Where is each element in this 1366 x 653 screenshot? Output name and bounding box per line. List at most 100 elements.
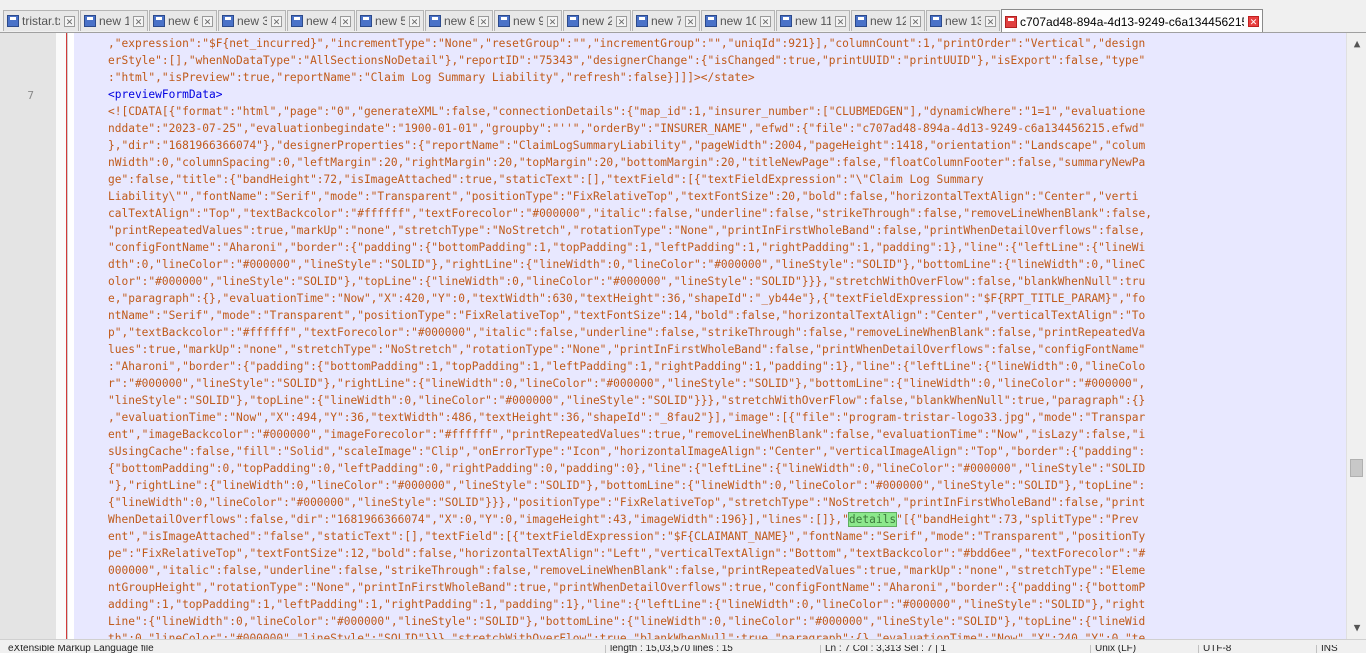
- code-line: dth":0,"lineColor":"#000000","lineStyle"…: [108, 258, 1146, 271]
- tab-label: tristar.txt: [22, 14, 60, 28]
- tab-5[interactable]: new 4 ✕: [287, 10, 355, 31]
- document-icon: [855, 15, 867, 27]
- code-line: <![CDATA[{"format":"html","page":"0","ge…: [108, 105, 1146, 118]
- close-icon[interactable]: ✕: [835, 15, 846, 27]
- status-position: Ln : 7 Col : 3,313 Sel : 7 | 1: [820, 645, 946, 653]
- status-file-type: eXtensible Markup Language file: [8, 645, 154, 653]
- tab-label: new 6: [168, 14, 198, 28]
- close-icon[interactable]: ✕: [1248, 16, 1259, 27]
- code-line: nddate":"2023-07-25","evaluationbegindat…: [108, 122, 1146, 135]
- code-line: r":"#000000","lineStyle":"SOLID"},"right…: [108, 377, 1146, 390]
- line-number-gutter: 7: [0, 33, 68, 639]
- document-icon: [780, 15, 792, 27]
- close-icon[interactable]: ✕: [409, 15, 420, 27]
- scroll-thumb[interactable]: [1350, 459, 1363, 477]
- tab-bar: tristar.txt✕new 1✕new 6✕new 3✕new 4✕new …: [0, 8, 1366, 33]
- code-line: 000000","italic":false,"underline":false…: [108, 564, 1146, 577]
- tab-label: new 10: [720, 14, 756, 28]
- status-mode: INS: [1316, 645, 1338, 653]
- code-line: e,"paragraph":{},"evaluationTime":"Now",…: [108, 292, 1146, 305]
- vertical-scrollbar[interactable]: ▲ ▼: [1346, 33, 1366, 639]
- tab-10[interactable]: new 7 ✕: [632, 10, 700, 31]
- tab-2[interactable]: new 1 ✕: [80, 10, 148, 31]
- tab-9[interactable]: new 2 ✕: [563, 10, 631, 31]
- tab-13[interactable]: new 12 ✕: [851, 10, 925, 31]
- code-line: nWidth":0,"columnSpacing":0,"leftMargin"…: [108, 156, 1146, 169]
- close-icon[interactable]: ✕: [64, 15, 75, 27]
- code-line: ent","isImageAttached":"false","staticTe…: [108, 530, 1146, 543]
- editor-area[interactable]: 7 ,"expression":"$F{net_incurred}","incr…: [0, 33, 1366, 639]
- code-line: lues":true,"markUp":"none","stretchType"…: [108, 343, 1146, 356]
- scroll-down-icon[interactable]: ▼: [1351, 621, 1363, 635]
- document-icon: [1005, 15, 1017, 28]
- code-line: "},"rightLine":{"lineWidth":0,"lineColor…: [108, 479, 1146, 492]
- code-line: olor":"#000000","lineStyle":"SOLID"},"to…: [108, 275, 1146, 288]
- document-icon: [429, 15, 441, 27]
- status-bar: eXtensible Markup Language file length :…: [0, 645, 1366, 653]
- code-line: },"dir":"1681966366074"},"designerProper…: [108, 139, 1146, 152]
- tab-4[interactable]: new 3 ✕: [218, 10, 286, 31]
- scroll-up-icon[interactable]: ▲: [1351, 37, 1363, 51]
- close-icon[interactable]: ✕: [478, 15, 489, 27]
- fold-margin[interactable]: [56, 33, 66, 639]
- tab-6[interactable]: new 5 ✕: [356, 10, 424, 31]
- code-line: ,"evaluationTime":"Now","X":494,"Y":36,"…: [108, 411, 1146, 424]
- close-icon[interactable]: ✕: [133, 15, 144, 27]
- tab-label: new 13: [945, 14, 981, 28]
- status-eol: Unix (LF): [1090, 645, 1136, 653]
- close-icon[interactable]: ✕: [202, 15, 213, 27]
- close-icon[interactable]: ✕: [616, 15, 627, 27]
- code-line: {"bottomPadding":0,"topPadding":0,"leftP…: [108, 462, 1146, 475]
- status-length: length : 15,03,570 lines : 15: [605, 645, 733, 653]
- tab-3[interactable]: new 6 ✕: [149, 10, 217, 31]
- code-line: sUsingCache":false,"fill":"Solid","scale…: [108, 445, 1146, 458]
- code-line: WhenDetailOverflows":false,"dir":"168196…: [74, 511, 1346, 528]
- document-icon: [567, 15, 579, 27]
- close-icon[interactable]: ✕: [985, 15, 996, 27]
- code-line: {"lineWidth":0,"lineColor":"#000000","li…: [108, 496, 1146, 509]
- fold-marker-line: [66, 33, 67, 639]
- tab-label: c707ad48-894a-4d13-9249-c6a134456215.hcr: [1020, 14, 1244, 29]
- code-line: <previewFormData>: [108, 88, 223, 101]
- tab-15[interactable]: c707ad48-894a-4d13-9249-c6a134456215.hcr…: [1001, 9, 1263, 32]
- document-icon: [222, 15, 234, 27]
- tab-7[interactable]: new 8 ✕: [425, 10, 493, 31]
- tab-label: new 11: [795, 14, 831, 28]
- code-line: p","textBackcolor":"#ffffff","textForeco…: [108, 326, 1146, 339]
- close-icon[interactable]: ✕: [547, 15, 558, 27]
- code-line: pe":"FixRelativeTop","textFontSize":12,"…: [108, 547, 1146, 560]
- close-icon[interactable]: ✕: [760, 15, 771, 27]
- tab-11[interactable]: new 10 ✕: [701, 10, 775, 31]
- tab-label: new 9: [513, 14, 543, 28]
- tab-label: new 7: [651, 14, 681, 28]
- close-icon[interactable]: ✕: [271, 15, 282, 27]
- status-encoding: UTF-8: [1198, 645, 1231, 653]
- code-line: "lineStyle":"SOLID"},"topLine":{"lineWid…: [108, 394, 1146, 407]
- code-line: th":0,"lineColor":"#000000","lineStyle":…: [108, 632, 1146, 639]
- document-icon: [930, 15, 942, 27]
- code-line: Line":{"lineWidth":0,"lineColor":"#00000…: [108, 615, 1146, 628]
- tab-12[interactable]: new 11 ✕: [776, 10, 850, 31]
- code-segment: [{"bandHeight":73,"splitType":"Prev: [902, 513, 1139, 526]
- document-icon: [360, 15, 372, 27]
- code-view[interactable]: ,"expression":"$F{net_incurred}","increm…: [74, 33, 1346, 639]
- tab-8[interactable]: new 9 ✕: [494, 10, 562, 31]
- tab-label: new 5: [375, 14, 405, 28]
- tab-label: new 4: [306, 14, 336, 28]
- document-icon: [7, 15, 19, 27]
- code-line: "printRepeatedValues":true,"markUp":"non…: [108, 224, 1146, 237]
- tab-label: new 8: [444, 14, 474, 28]
- line-number: 7: [27, 89, 34, 102]
- tab-1[interactable]: tristar.txt ✕: [3, 10, 79, 31]
- tab-14[interactable]: new 13 ✕: [926, 10, 1000, 31]
- code-quote: ": [896, 513, 903, 526]
- code-line: adding":1,"topPadding":1,"leftPadding":1…: [108, 598, 1146, 611]
- code-line: ge":false,"title":{"bandHeight":72,"isIm…: [108, 173, 984, 186]
- search-highlight: details: [847, 512, 898, 527]
- close-icon[interactable]: ✕: [685, 15, 696, 27]
- document-icon: [636, 15, 648, 27]
- code-line: ,"expression":"$F{net_incurred}","increm…: [108, 37, 1146, 50]
- close-icon[interactable]: ✕: [340, 15, 351, 27]
- tab-label: new 12: [870, 14, 906, 28]
- close-icon[interactable]: ✕: [910, 15, 921, 27]
